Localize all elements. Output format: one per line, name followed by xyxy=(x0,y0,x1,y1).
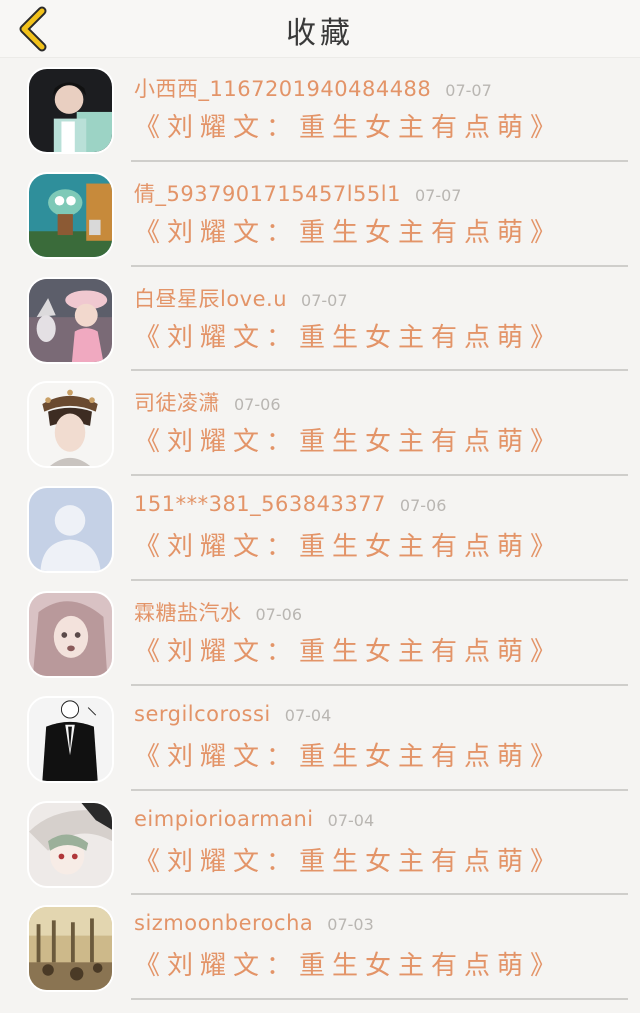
date: 07-07 xyxy=(445,81,492,100)
username: 白昼星辰love.u xyxy=(134,286,288,311)
date: 07-04 xyxy=(327,810,375,830)
book-title: 《刘耀文：重生女主有点萌》 xyxy=(134,322,564,353)
book-title: 《刘耀文：重生女主有点萌》 xyxy=(134,636,564,667)
username: sergilcorossi xyxy=(134,701,271,726)
list-item[interactable]: sergilcorossi 07-04 《刘耀文：重生女主有点萌》 xyxy=(0,686,640,791)
list-item[interactable]: 小西西_1167201940484488 07-07 《刘耀文：重生女主有点萌》 xyxy=(0,57,640,162)
avatar[interactable] xyxy=(27,695,114,783)
username: eimpiorioarmani xyxy=(134,806,314,831)
favorites-list: 小西西_1167201940484488 07-07 《刘耀文：重生女主有点萌》 … xyxy=(0,57,640,1001)
username: 151***381_563843377 xyxy=(134,492,386,517)
book-title: 《刘耀文：重生女主有点萌》 xyxy=(134,427,564,458)
list-item[interactable]: eimpiorioarmani 07-04 《刘耀文：重生女主有点萌》 xyxy=(0,791,640,896)
book-title: 《刘耀文：重生女主有点萌》 xyxy=(134,113,564,143)
avatar[interactable] xyxy=(27,381,114,469)
date: 07-06 xyxy=(234,395,281,415)
date: 07-04 xyxy=(284,705,332,725)
book-title: 《刘耀文：重生女主有点萌》 xyxy=(134,217,564,248)
avatar[interactable] xyxy=(27,276,114,364)
divider xyxy=(131,998,628,1001)
list-item[interactable]: 霖糖盐汽水 07-06 《刘耀文：重生女主有点萌》 xyxy=(0,581,640,686)
username: 司徒凌潇 xyxy=(134,391,220,416)
date: 07-07 xyxy=(414,185,462,205)
book-title: 《刘耀文：重生女主有点萌》 xyxy=(134,741,564,772)
avatar[interactable] xyxy=(27,486,114,574)
username: 倩_5937901715457l55l1 xyxy=(134,181,401,206)
avatar[interactable] xyxy=(27,905,114,993)
book-title: 《刘耀文：重生女主有点萌》 xyxy=(134,951,564,982)
date: 07-06 xyxy=(255,604,303,624)
book-title: 《刘耀文：重生女主有点萌》 xyxy=(134,846,564,877)
date: 07-07 xyxy=(301,290,348,310)
avatar[interactable] xyxy=(27,800,114,888)
date: 07-06 xyxy=(399,496,447,516)
book-title: 《刘耀文：重生女主有点萌》 xyxy=(134,532,564,563)
list-item[interactable]: 白昼星辰love.u 07-07 《刘耀文：重生女主有点萌》 xyxy=(0,267,640,372)
list-item[interactable]: 倩_5937901715457l55l1 07-07 《刘耀文：重生女主有点萌》 xyxy=(0,162,640,267)
username: 霖糖盐汽水 xyxy=(134,600,242,625)
list-item[interactable]: 151***381_563843377 07-06 《刘耀文：重生女主有点萌》 xyxy=(0,476,640,581)
avatar[interactable] xyxy=(27,67,114,154)
date: 07-03 xyxy=(327,915,374,935)
list-item[interactable]: 司徒凌潇 07-06 《刘耀文：重生女主有点萌》 xyxy=(0,371,640,477)
username: sizmoonberocha xyxy=(134,911,314,936)
avatar[interactable] xyxy=(27,171,114,259)
top-bar: 收藏 xyxy=(0,0,640,58)
list-item[interactable]: sizmoonberocha 07-03 《刘耀文：重生女主有点萌》 xyxy=(0,895,640,1001)
page-title: 收藏 xyxy=(286,16,354,51)
username: 小西西_1167201940484488 xyxy=(134,77,432,101)
avatar[interactable] xyxy=(27,590,114,678)
